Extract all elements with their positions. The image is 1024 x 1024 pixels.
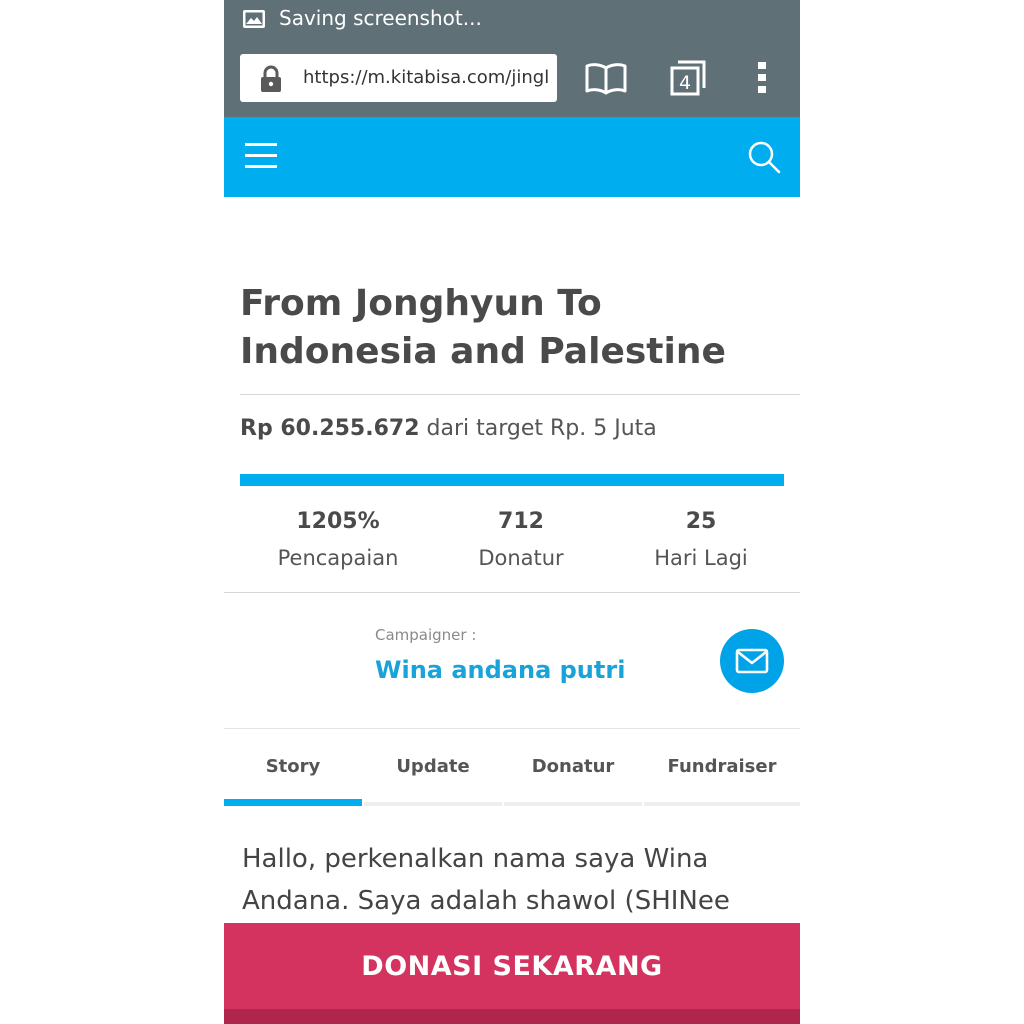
stat-value: 25: [685, 509, 717, 534]
tab-fundraiser[interactable]: Fundraiser: [644, 742, 800, 806]
browser-toolbar: https://m.kitabisa.com/jingl 4: [224, 40, 800, 117]
url-text[interactable]: https://m.kitabisa.com/jingl: [303, 67, 549, 88]
tab-label: Story: [265, 756, 321, 777]
donate-button-label: DONASI SEKARANG: [361, 950, 663, 982]
status-text: Saving screenshot...: [279, 6, 482, 30]
campaign-title: From Jonghyun To Indonesia and Palestine: [240, 283, 726, 372]
bookmarks-button[interactable]: [584, 58, 628, 98]
tab-update[interactable]: Update: [364, 742, 502, 806]
tab-label: Donatur: [531, 756, 615, 777]
tab-donatur[interactable]: Donatur: [504, 742, 642, 806]
campaigner-name[interactable]: Wina andana putri: [375, 656, 625, 684]
stat-label: Donatur: [478, 546, 564, 570]
stat-value: 1205%: [296, 509, 380, 534]
tab-underline: [364, 802, 502, 806]
tab-underline: [224, 799, 362, 806]
status-bar: Saving screenshot...: [224, 0, 800, 40]
envelope-icon: [735, 648, 769, 674]
donate-now-button[interactable]: DONASI SEKARANG: [224, 923, 800, 1009]
content-tabs: Story Update Donatur Fundraiser: [224, 742, 800, 806]
overflow-menu-button[interactable]: [740, 58, 784, 98]
tab-label: Fundraiser: [667, 756, 777, 777]
campaigner-label: Campaigner :: [375, 626, 477, 644]
open-book-icon: [585, 63, 627, 95]
story-text: Hallo, perkenalkan nama saya Wina Andana…: [242, 844, 730, 916]
collected-amount: Rp 60.255.672: [240, 416, 420, 441]
stat-label: Hari Lagi: [654, 546, 748, 570]
tabs-icon: 4: [670, 60, 706, 96]
target-text: dari target Rp. 5 Juta: [426, 416, 657, 441]
lock-icon: [261, 65, 281, 92]
progress-fill: [240, 474, 784, 486]
tab-label: Update: [396, 756, 470, 777]
amount-line: Rp 60.255.672 dari target Rp. 5 Juta: [240, 416, 657, 441]
phone-screen: Saving screenshot... https://m.kitabisa.…: [224, 0, 800, 1024]
stats-row: 1205% Pencapaian 712 Donatur 25 Hari Lag…: [224, 506, 800, 586]
site-header: [224, 117, 800, 197]
tabs-button[interactable]: 4: [666, 58, 710, 98]
tab-story[interactable]: Story: [224, 742, 362, 806]
vertical-dots-icon: [758, 62, 766, 93]
hamburger-icon[interactable]: [244, 141, 278, 171]
stat-donors: 712 Donatur: [426, 506, 616, 578]
stat-label: Pencapaian: [277, 546, 399, 570]
search-icon[interactable]: [746, 139, 782, 175]
image-icon: [243, 10, 265, 28]
donate-button-shadow: [224, 1009, 800, 1024]
tab-underline: [644, 802, 800, 806]
tab-count: 4: [679, 72, 691, 94]
tab-underline: [504, 802, 642, 806]
stats-divider: [224, 592, 800, 593]
stat-days-left: 25 Hari Lagi: [606, 506, 796, 578]
stat-value: 712: [498, 509, 544, 534]
title-divider: [240, 394, 800, 395]
url-bar[interactable]: https://m.kitabisa.com/jingl: [240, 54, 557, 102]
stat-achievement: 1205% Pencapaian: [243, 506, 433, 578]
message-button[interactable]: [720, 629, 784, 693]
campaigner-divider: [224, 728, 800, 729]
funding-progress-bar: [240, 474, 784, 486]
